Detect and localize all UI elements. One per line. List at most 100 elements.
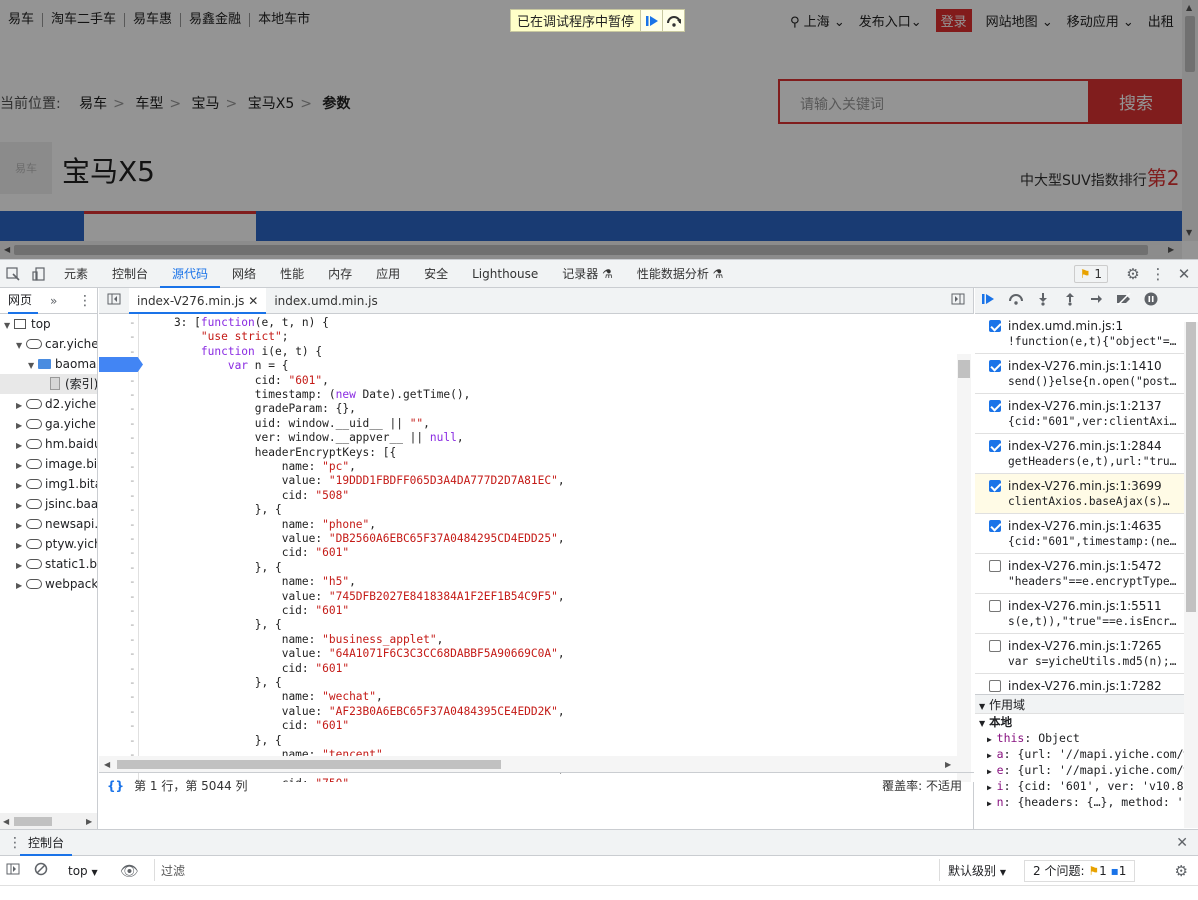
more-vertical-icon[interactable]: ⋮ (78, 293, 92, 309)
code-line[interactable]: }, { (147, 734, 282, 748)
scope-variable[interactable]: ▶ this: Object (975, 730, 1198, 746)
scope-variable[interactable]: ▶ e: {url: '//mapi.yiche.com/w (975, 762, 1198, 778)
line-marker[interactable]: - (129, 316, 137, 329)
code-line[interactable]: }, { (147, 618, 282, 632)
line-marker[interactable]: - (129, 575, 137, 588)
drawer-tab-console[interactable]: 控制台 (20, 830, 73, 856)
code-line[interactable]: name: "pc", (147, 460, 356, 474)
code-line[interactable]: cid: "601" (147, 662, 349, 676)
clear-console-icon[interactable] (34, 862, 48, 879)
code-line[interactable]: cid: "508" (147, 489, 349, 503)
code-line[interactable]: value: "AF23B0A6EBC65F37A0484395CE4EDD2K… (147, 705, 565, 719)
line-marker[interactable]: - (129, 417, 137, 430)
line-marker[interactable]: - (129, 676, 137, 689)
tab-network[interactable]: 网络 (220, 260, 268, 288)
navigator-tab-page[interactable]: 网页 (8, 288, 39, 314)
sidebar-scrollbar[interactable] (1184, 322, 1198, 828)
tab-console[interactable]: 控制台 (100, 260, 160, 288)
code-line[interactable]: value: "DB2560A6EBC65F37A0484295CD4EDD25… (147, 532, 565, 546)
line-marker[interactable]: - (129, 561, 137, 574)
toggle-debugger-icon[interactable] (951, 293, 965, 308)
code-line[interactable]: value: "64A1071F6C3C3CC68DABBF5A90669C0A… (147, 647, 565, 661)
line-marker[interactable]: - (129, 546, 137, 559)
tree-item[interactable]: (索引) (0, 374, 97, 394)
tree-item[interactable]: ▼ top (0, 314, 97, 334)
tree-item[interactable]: ▶ img1.bitau (0, 474, 97, 494)
breakpoint-item[interactable]: index-V276.min.js:1:4635 {cid:"601",times… (975, 514, 1198, 554)
breakpoint-item[interactable]: index-V276.min.js:1:5472 "headers"==e.enc… (975, 554, 1198, 594)
code-line[interactable]: uid: window.__uid__ || "", (147, 417, 430, 431)
line-marker[interactable]: - (129, 446, 137, 459)
line-marker[interactable]: - (129, 734, 137, 747)
code-line[interactable]: name: "h5", (147, 575, 356, 589)
close-tab-icon[interactable]: ✕ (248, 294, 258, 308)
scope-variable[interactable]: ▶ i: {cid: '601', ver: 'v10.80 (975, 778, 1198, 794)
code-line[interactable]: var n = { (147, 359, 289, 373)
tree-item[interactable]: ▶ newsapi.yi (0, 514, 97, 534)
step-out-button[interactable] (1056, 292, 1083, 310)
tree-item[interactable]: ▶ d2.yiche.c (0, 394, 97, 414)
code-line[interactable]: ver: window.__appver__ || null, (147, 431, 464, 445)
more-tabs-icon[interactable]: » (50, 294, 57, 308)
breakpoint-checkbox[interactable] (989, 640, 1001, 652)
breakpoint-checkbox[interactable] (989, 520, 1001, 532)
code-line[interactable]: cid: "601" (147, 719, 349, 733)
console-filter-input[interactable]: 过滤 (154, 859, 940, 881)
eye-icon[interactable]: 👁 (120, 862, 139, 880)
breakpoint-checkbox[interactable] (989, 560, 1001, 572)
close-icon[interactable]: ✕ (1176, 835, 1188, 851)
resume-button[interactable] (640, 10, 663, 31)
line-marker[interactable]: - (129, 503, 137, 516)
code-line[interactable]: cid: "601" (147, 546, 349, 560)
gear-icon[interactable]: ⚙ (1120, 265, 1146, 283)
tree-item[interactable]: ▶ hm.baidu. (0, 434, 97, 454)
breakpoint-checkbox[interactable] (989, 360, 1001, 372)
code-line[interactable]: }, { (147, 503, 282, 517)
code-line[interactable]: function i(e, t) { (147, 345, 322, 359)
scroll-thumb[interactable] (14, 817, 52, 826)
scope-variable[interactable]: ▶ a: {url: '//mapi.yiche.com/w (975, 746, 1198, 762)
gear-icon[interactable]: ⚙ (1175, 862, 1188, 880)
line-marker[interactable]: - (129, 590, 137, 603)
line-marker[interactable]: - (129, 518, 137, 531)
breakpoint-item[interactable]: index-V276.min.js:1:3699 clientAxios.base… (975, 474, 1198, 514)
breakpoint-item[interactable]: index-V276.min.js:1:7265 var s=yicheUtils… (975, 634, 1198, 674)
show-sidebar-icon[interactable] (6, 863, 20, 878)
code-line[interactable]: headerEncryptKeys: [{ (147, 446, 396, 460)
code-line[interactable]: name: "phone", (147, 518, 376, 532)
code-line[interactable]: cid: "601", (147, 374, 329, 388)
resume-button[interactable] (975, 293, 1002, 309)
line-marker[interactable]: - (129, 330, 137, 343)
inspect-element-icon[interactable] (0, 260, 26, 288)
line-marker[interactable]: - (129, 402, 137, 415)
line-gutter[interactable]: --------------------------------- (99, 314, 139, 782)
line-marker[interactable]: - (129, 374, 137, 387)
line-marker[interactable]: - (129, 604, 137, 617)
step-into-button[interactable] (1029, 292, 1056, 310)
tab-recorder[interactable]: 记录器 ⚗ (550, 260, 625, 288)
breakpoint-checkbox[interactable] (989, 320, 1001, 332)
pause-on-exceptions-button[interactable] (1137, 292, 1164, 310)
tab-performance-insights[interactable]: 性能数据分析 ⚗ (625, 260, 736, 288)
line-marker[interactable]: - (129, 705, 137, 718)
navigator-scrollbar[interactable]: ◀ ▶ (0, 813, 97, 829)
line-marker[interactable]: - (129, 633, 137, 646)
breakpoint-item[interactable]: index-V276.min.js:1:1410 send()}else{n.op… (975, 354, 1198, 394)
tree-item[interactable]: ▶ ga.yiche.c (0, 414, 97, 434)
tree-item[interactable]: ▼ car.yiche.c (0, 334, 97, 354)
step-button[interactable] (1083, 293, 1110, 309)
breakpoint-item[interactable]: index.umd.min.js:1 !function(e,t){"object… (975, 314, 1198, 354)
breakpoint-checkbox[interactable] (989, 600, 1001, 612)
line-marker[interactable]: - (129, 460, 137, 473)
line-marker[interactable]: - (129, 618, 137, 631)
line-marker[interactable]: - (129, 647, 137, 660)
code-view[interactable]: --------------------------------- 3: [fu… (99, 314, 974, 782)
scope-local-header[interactable]: ▼ 本地 (975, 714, 1198, 730)
issues-badge[interactable]: ⚑ 1 (1073, 265, 1108, 283)
breakpoint-checkbox[interactable] (989, 440, 1001, 452)
tab-performance[interactable]: 性能 (268, 260, 316, 288)
code-line[interactable]: value: "745DFB2027E8418384A1F2EF1B54C9F5… (147, 590, 565, 604)
step-over-button[interactable] (662, 10, 685, 31)
breakpoint-checkbox[interactable] (989, 480, 1001, 492)
code-line[interactable]: name: "business_applet", (147, 633, 444, 647)
